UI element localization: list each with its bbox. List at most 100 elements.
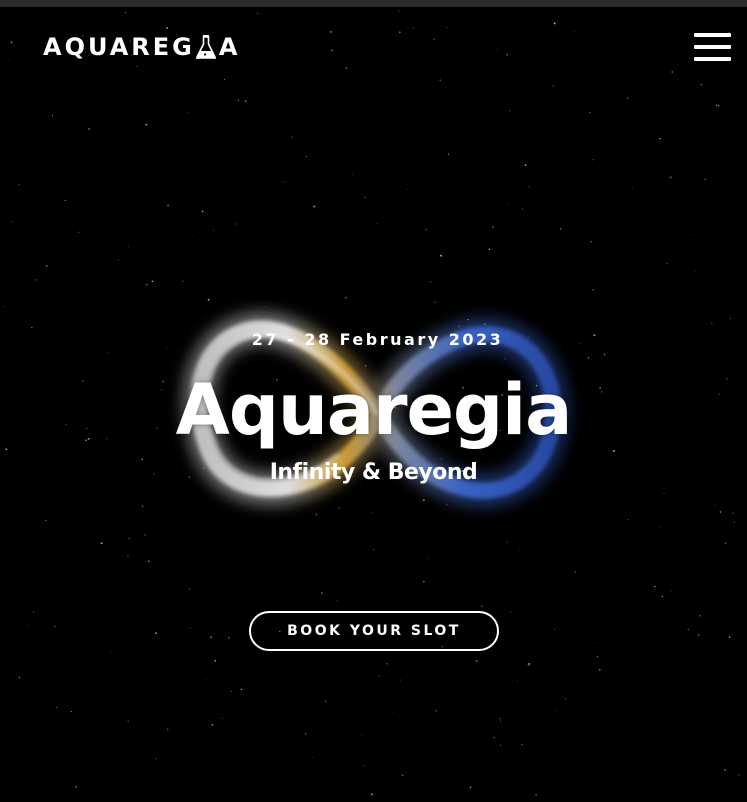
star xyxy=(732,512,734,514)
star xyxy=(205,60,206,62)
star xyxy=(699,614,701,617)
star xyxy=(110,652,112,653)
star xyxy=(728,636,731,638)
star xyxy=(714,504,716,506)
star xyxy=(352,173,354,176)
star xyxy=(704,178,707,181)
star xyxy=(320,592,323,594)
star xyxy=(373,549,375,551)
star xyxy=(55,706,57,708)
star xyxy=(166,728,169,731)
star xyxy=(555,710,557,712)
star xyxy=(144,534,147,536)
star xyxy=(70,710,72,712)
star xyxy=(719,511,722,513)
star xyxy=(305,156,308,158)
star xyxy=(631,186,633,188)
star xyxy=(730,317,732,319)
star xyxy=(715,104,718,106)
star xyxy=(596,656,599,658)
star xyxy=(697,634,700,636)
star xyxy=(46,265,48,267)
star xyxy=(51,114,54,116)
star xyxy=(517,681,518,682)
star xyxy=(43,705,45,707)
star xyxy=(603,353,606,356)
star xyxy=(592,159,594,161)
book-slot-button[interactable]: BOOK YOUR SLOT xyxy=(249,611,499,651)
star xyxy=(230,690,232,692)
star xyxy=(508,204,509,205)
star xyxy=(128,246,129,247)
star xyxy=(128,537,130,540)
star xyxy=(692,233,694,236)
star xyxy=(205,678,207,680)
star xyxy=(335,599,338,601)
star xyxy=(127,720,129,722)
star xyxy=(661,595,664,598)
star xyxy=(425,228,428,231)
star xyxy=(88,127,91,130)
menu-line xyxy=(694,57,731,61)
star xyxy=(439,79,441,81)
star xyxy=(590,240,593,243)
star xyxy=(682,222,684,224)
star xyxy=(518,549,520,551)
star xyxy=(399,31,401,33)
star xyxy=(18,184,21,186)
star xyxy=(423,580,425,583)
star xyxy=(587,357,590,359)
site-logo[interactable]: AQUAREG A xyxy=(43,33,241,61)
star xyxy=(178,73,179,75)
star xyxy=(493,736,496,739)
star xyxy=(345,67,348,70)
star xyxy=(187,111,189,114)
star xyxy=(304,733,307,735)
star xyxy=(528,186,530,188)
star xyxy=(481,605,483,608)
logo-text-right: A xyxy=(218,33,241,61)
star xyxy=(508,110,511,112)
star xyxy=(654,585,656,588)
star xyxy=(499,744,502,746)
star xyxy=(432,38,435,41)
star xyxy=(724,769,726,771)
star xyxy=(627,519,629,521)
star xyxy=(151,280,154,283)
star xyxy=(401,774,404,777)
star xyxy=(399,103,400,104)
star xyxy=(126,555,129,558)
star xyxy=(124,11,127,14)
star xyxy=(234,223,237,225)
star xyxy=(313,205,316,208)
star xyxy=(717,105,720,107)
star xyxy=(559,228,562,230)
star xyxy=(211,724,214,726)
star xyxy=(18,677,20,679)
star xyxy=(378,675,381,677)
hero-title: Aquaregia xyxy=(175,369,573,451)
star xyxy=(145,123,148,126)
star xyxy=(256,12,259,15)
star xyxy=(670,590,672,592)
star xyxy=(11,220,14,222)
star xyxy=(412,27,414,29)
star xyxy=(574,30,576,32)
star xyxy=(8,58,10,60)
star xyxy=(75,785,78,788)
star xyxy=(375,222,378,225)
star xyxy=(44,519,47,522)
star xyxy=(469,786,472,789)
flask-icon xyxy=(195,35,216,60)
star xyxy=(599,669,601,671)
logo-text-left: AQUAREG xyxy=(43,33,195,61)
star xyxy=(182,280,184,282)
star xyxy=(330,30,332,33)
star xyxy=(569,241,571,243)
star xyxy=(78,231,80,234)
hamburger-menu-icon[interactable] xyxy=(694,33,731,63)
event-date: 27 - 28 February 2023 xyxy=(251,330,504,349)
star xyxy=(361,734,362,736)
star xyxy=(345,296,347,299)
hero-page: AQUAREG A 27 - 28 February 2023 Aquaregi… xyxy=(0,0,747,802)
